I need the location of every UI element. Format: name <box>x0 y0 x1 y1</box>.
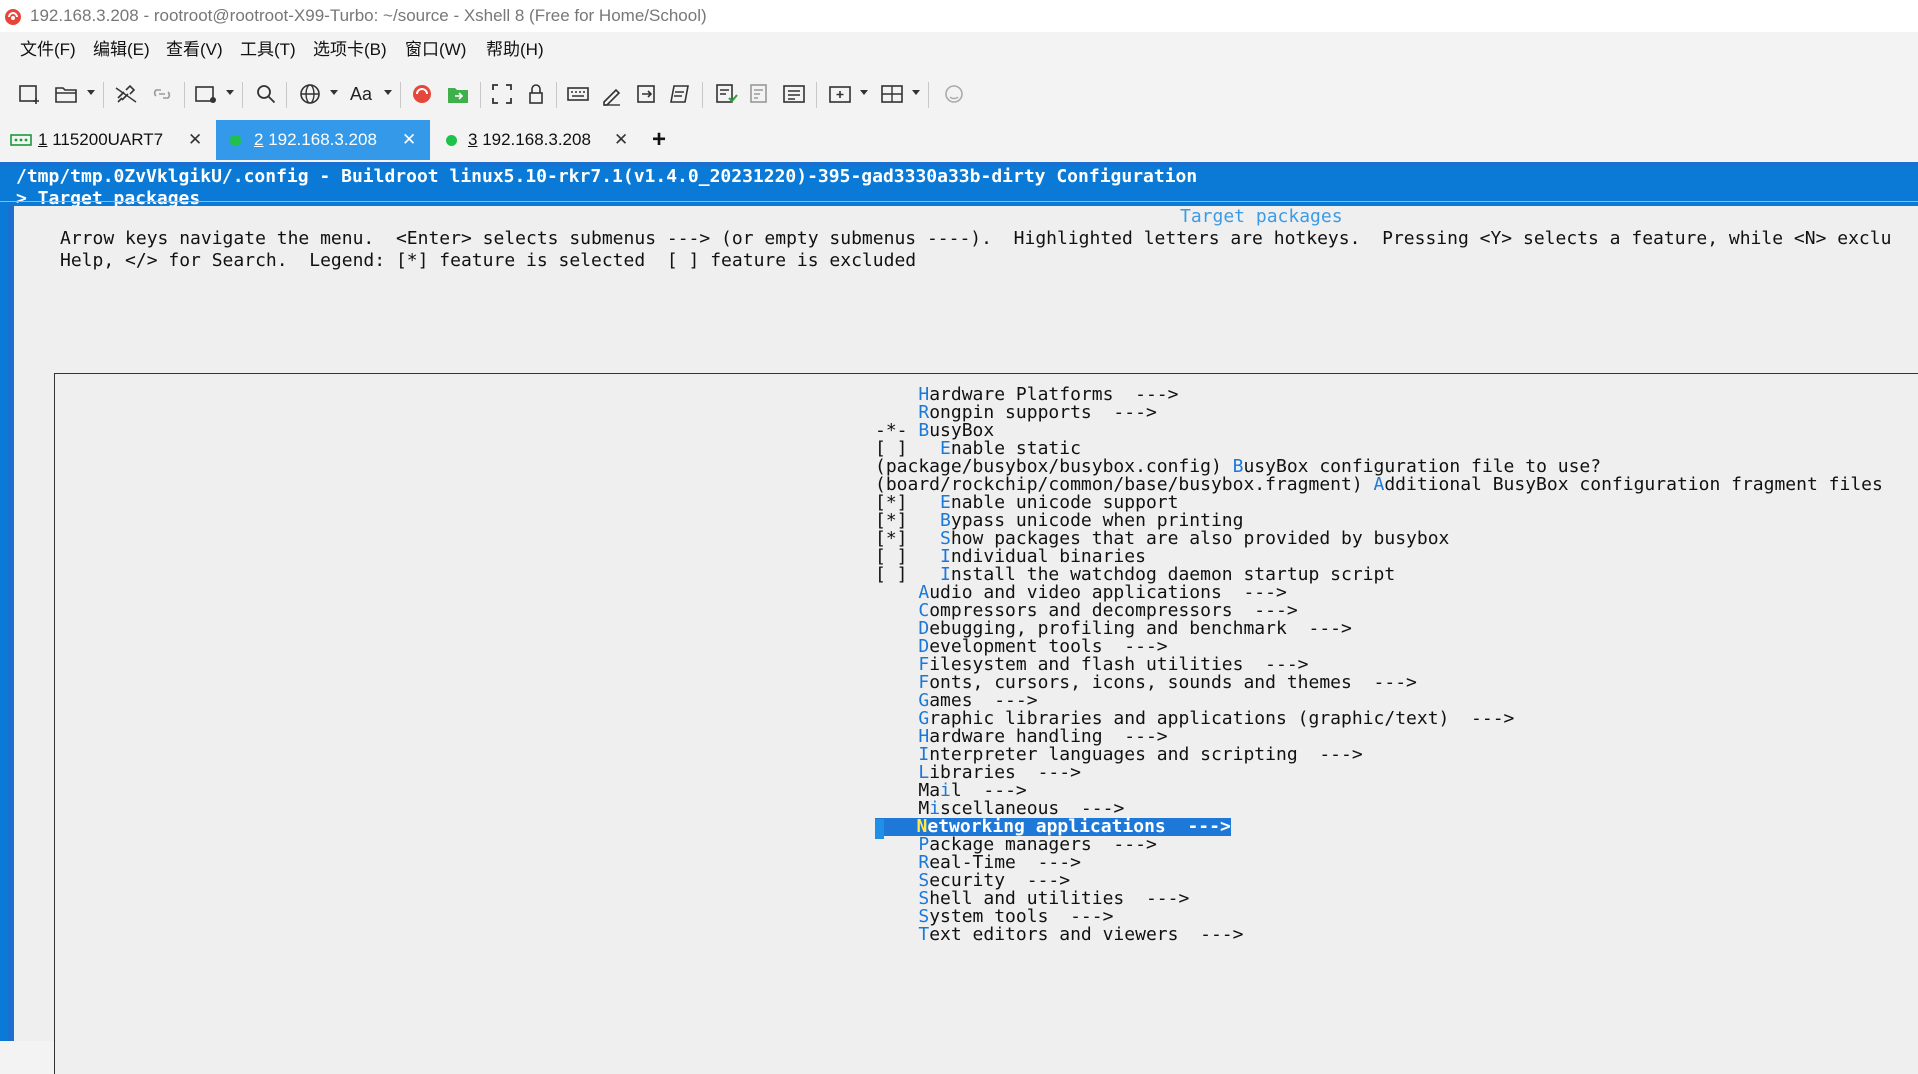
new-tab-icon[interactable] <box>192 80 220 108</box>
new-tab-dropdown-icon[interactable] <box>226 90 234 95</box>
menu-tabs[interactable]: 选项卡(B) <box>313 32 387 68</box>
menu-item[interactable]: Text editors and viewers ---> <box>875 926 1243 944</box>
dialog-title: Target packages <box>1180 206 1343 227</box>
tab-serial[interactable]: 1 115200UART7 ✕ <box>0 120 214 160</box>
config-path-header: /tmp/tmp.0ZvVklgikU/.config - Buildroot … <box>16 166 1198 187</box>
log-icon[interactable] <box>666 80 694 108</box>
toolbar-separator <box>702 82 703 108</box>
open-folder-icon[interactable] <box>52 80 80 108</box>
compose-icon[interactable] <box>712 80 740 108</box>
tab-label: 192.168.3.208 <box>263 130 377 149</box>
find-icon[interactable] <box>252 80 280 108</box>
font-icon[interactable]: Aa <box>350 80 378 108</box>
toolbar-separator <box>556 82 557 108</box>
globe-icon[interactable] <box>296 80 324 108</box>
menu-tools[interactable]: 工具(T) <box>240 32 296 68</box>
globe-dropdown-icon[interactable] <box>330 90 338 95</box>
font-dropdown-icon[interactable] <box>384 90 392 95</box>
xshell-logo-icon[interactable] <box>408 80 436 108</box>
serial-port-icon <box>10 134 32 146</box>
dialog-shadow <box>8 206 14 1041</box>
open-dropdown-icon[interactable] <box>87 90 95 95</box>
menu-item-hotkey: T <box>918 924 930 945</box>
tab-session-2[interactable]: 2 192.168.3.208 ✕ <box>216 120 430 160</box>
menu-item-prefix <box>875 924 918 945</box>
help-text-line-2: Help, </> for Search. Legend: [*] featur… <box>60 250 917 271</box>
toolbar-separator <box>816 82 817 108</box>
close-icon[interactable]: ✕ <box>188 120 202 160</box>
menu-file[interactable]: 文件(F) <box>20 32 76 68</box>
terminal[interactable]: /tmp/tmp.0ZvVklgikU/.config - Buildroot … <box>0 166 1918 1074</box>
tab-label: 115200UART7 <box>47 130 164 149</box>
window-title: 192.168.3.208 - rootroot@rootroot-X99-Tu… <box>30 6 707 25</box>
menu-edit[interactable]: 编辑(E) <box>93 32 150 68</box>
toolbar-separator <box>928 82 929 108</box>
toolbar: Aa <box>0 68 1918 118</box>
menu-item-text: dditional BusyBox configuration fragment… <box>1384 474 1883 495</box>
menu-view[interactable]: 查看(V) <box>166 32 223 68</box>
quick-command-icon[interactable] <box>746 80 774 108</box>
compose-bar-icon[interactable] <box>780 80 808 108</box>
transfer-icon[interactable] <box>632 80 660 108</box>
new-session-icon[interactable] <box>16 80 44 108</box>
fullscreen-icon[interactable] <box>488 80 516 108</box>
reconnect-icon[interactable] <box>112 80 140 108</box>
toolbar-separator <box>286 82 287 108</box>
toolbar-separator <box>103 82 104 108</box>
xshell-logo-icon <box>5 9 21 25</box>
keyboard-icon[interactable] <box>564 80 592 108</box>
title-bar: 192.168.3.208 - rootroot@rootroot-X99-Tu… <box>0 0 1918 32</box>
layout-icon[interactable] <box>878 80 906 108</box>
chat-icon[interactable] <box>940 80 968 108</box>
close-icon[interactable]: ✕ <box>402 120 416 160</box>
tab-session-3[interactable]: 3 192.168.3.208 ✕ <box>432 120 642 160</box>
menu-item-text: ext editors and viewers ---> <box>929 924 1244 945</box>
xftp-icon[interactable] <box>444 80 472 108</box>
toolbar-separator <box>400 82 401 108</box>
disconnect-icon[interactable] <box>148 80 176 108</box>
session-tab-bar: 1 115200UART7 ✕ 2 192.168.3.208 ✕ 3 192.… <box>0 118 1918 162</box>
toolbar-separator <box>242 82 243 108</box>
toolbar-separator <box>480 82 481 108</box>
menu-bar: 文件(F) 编辑(E) 查看(V) 工具(T) 选项卡(B) 窗口(W) 帮助(… <box>0 32 1918 68</box>
add-pane-icon[interactable] <box>826 80 854 108</box>
add-pane-dropdown-icon[interactable] <box>860 90 868 95</box>
layout-dropdown-icon[interactable] <box>912 90 920 95</box>
menu-window[interactable]: 窗口(W) <box>405 32 466 68</box>
header-divider <box>0 201 1918 202</box>
menuconfig-dialog: Target packages Arrow keys navigate the … <box>8 206 1918 1074</box>
connected-status-icon <box>446 135 457 146</box>
close-icon[interactable]: ✕ <box>614 120 628 160</box>
menu-list: Hardware Platforms ---> Rongpin supports… <box>54 373 1918 1074</box>
toolbar-separator <box>184 82 185 108</box>
lock-icon[interactable] <box>522 80 550 108</box>
tab-label: 192.168.3.208 <box>477 130 591 149</box>
help-text-line-1: Arrow keys navigate the menu. <Enter> se… <box>60 228 1892 249</box>
connected-status-icon <box>230 135 241 146</box>
script-icon[interactable] <box>598 80 626 108</box>
menu-item-hotkey: A <box>1373 474 1385 495</box>
menu-help[interactable]: 帮助(H) <box>486 32 544 68</box>
add-tab-button[interactable]: + <box>652 120 666 160</box>
